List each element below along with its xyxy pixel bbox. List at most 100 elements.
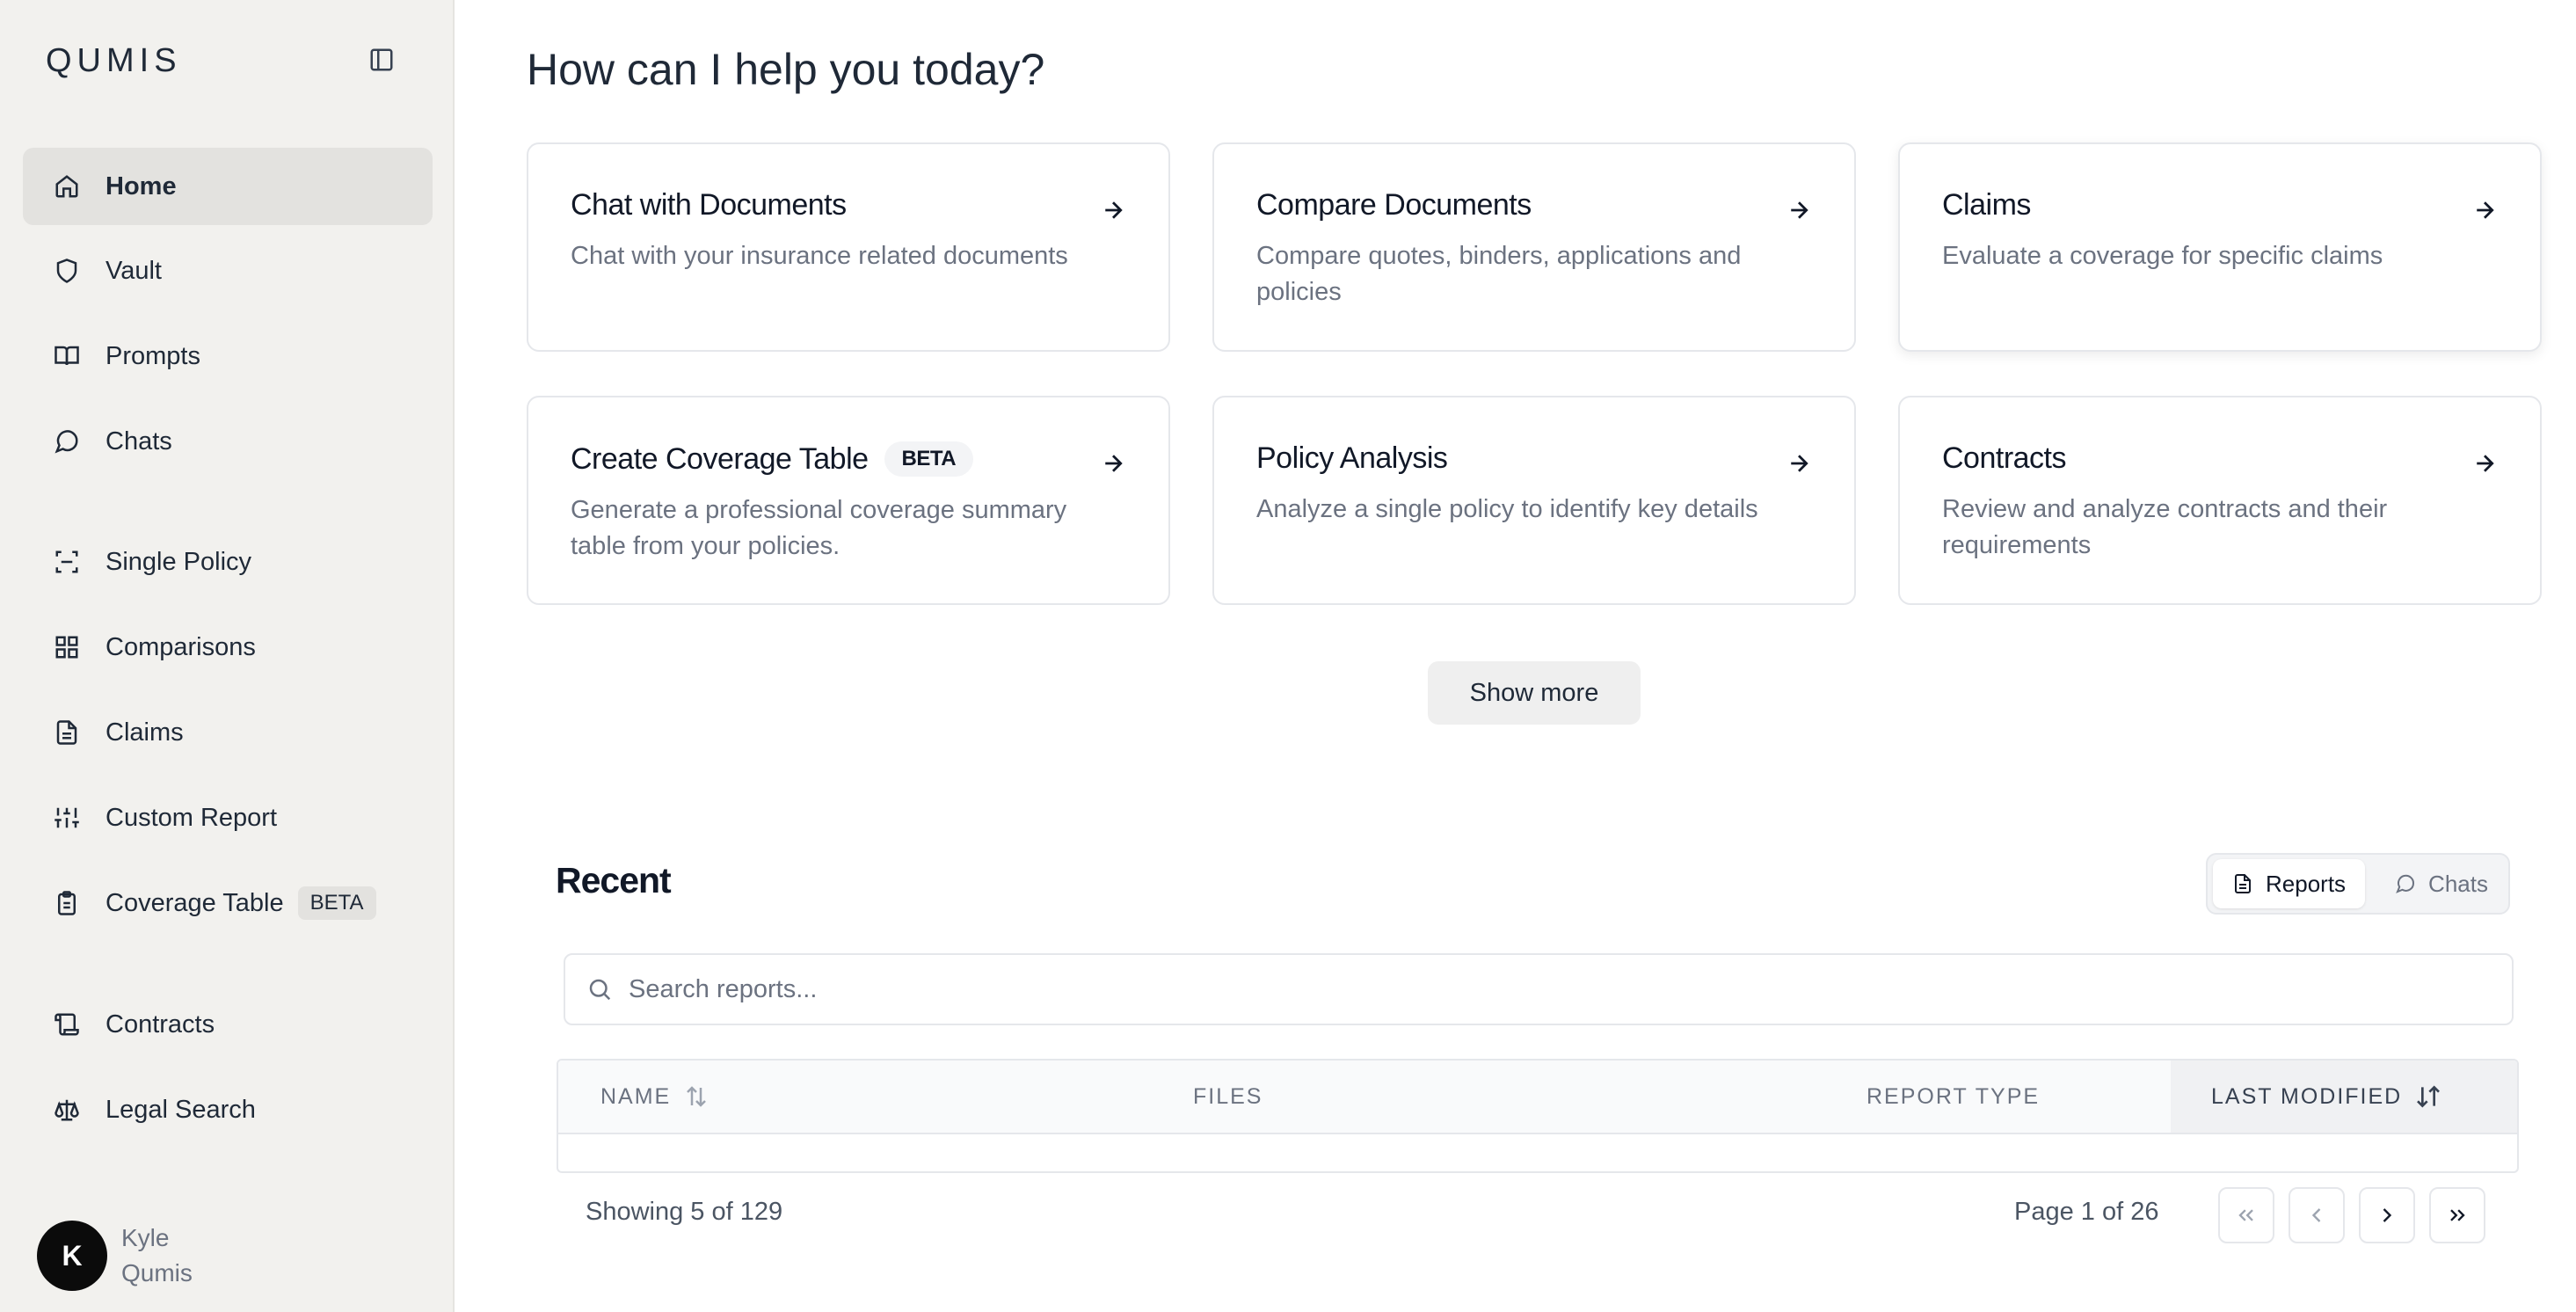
beta-badge: BETA bbox=[884, 441, 974, 477]
card-description: Chat with your insurance related documen… bbox=[571, 242, 1068, 270]
user-first-name: Kyle bbox=[121, 1224, 170, 1251]
sidebar-item-comparisons[interactable]: Comparisons bbox=[23, 609, 433, 686]
card-title: Policy Analysis bbox=[1256, 441, 1448, 475]
column-header-files: Files bbox=[1193, 1083, 1263, 1109]
main-content: How can I help you today? Chat with Docu… bbox=[456, 0, 2576, 1312]
card-description: Generate a professional coverage summary… bbox=[571, 496, 1067, 560]
logo: QUMIS bbox=[46, 42, 182, 79]
chevrons-left-icon bbox=[2238, 1209, 2253, 1221]
arrow-right-icon bbox=[1105, 455, 1123, 472]
scan-icon bbox=[51, 546, 83, 578]
card-description: Analyze a single policy to identify key … bbox=[1256, 495, 1758, 523]
sidebar: QUMIS Home Vault Prompts Chats Single Po… bbox=[0, 0, 455, 1312]
arrow-right-icon bbox=[2477, 201, 2494, 219]
tab-label: Chats bbox=[2428, 870, 2488, 897]
sidebar-item-label: Comparisons bbox=[106, 632, 256, 661]
sidebar-toggle-button[interactable] bbox=[364, 42, 399, 77]
card-description: Compare quotes, binders, applications an… bbox=[1256, 242, 1742, 306]
column-label: Last Modified bbox=[2211, 1083, 2403, 1109]
previous-page-button[interactable] bbox=[2289, 1187, 2345, 1243]
arrow-right-icon bbox=[2477, 455, 2494, 472]
chat-bubble-icon bbox=[51, 426, 83, 457]
home-icon bbox=[51, 171, 83, 202]
show-more-button[interactable]: Show more bbox=[1428, 661, 1641, 725]
sidebar-item-label: Custom Report bbox=[106, 803, 278, 832]
sort-descending-icon bbox=[2414, 1082, 2442, 1111]
avatar: K bbox=[37, 1221, 107, 1291]
scroll-icon bbox=[51, 1009, 83, 1040]
sidebar-item-label: Claims bbox=[106, 718, 184, 747]
card-policy-analysis[interactable]: Policy Analysis Analyze a single policy … bbox=[1212, 396, 1856, 605]
search-icon bbox=[589, 979, 611, 1001]
card-title-row: Create Coverage Table BETA bbox=[571, 441, 1126, 477]
document-icon bbox=[2232, 873, 2253, 894]
column-label: Name bbox=[600, 1083, 672, 1109]
tab-reports[interactable]: Reports bbox=[2213, 859, 2366, 908]
chevrons-right-icon bbox=[2450, 1209, 2465, 1221]
last-page-button[interactable] bbox=[2429, 1187, 2485, 1243]
next-page-button[interactable] bbox=[2359, 1187, 2415, 1243]
search-input[interactable] bbox=[629, 974, 2387, 1004]
card-chat-with-documents[interactable]: Chat with Documents Chat with your insur… bbox=[527, 142, 1170, 352]
book-icon bbox=[51, 340, 83, 372]
card-description: Review and analyze contracts and their r… bbox=[1942, 495, 2388, 559]
search-reports-field bbox=[564, 953, 2514, 1025]
card-compare-documents[interactable]: Compare Documents Compare quotes, binder… bbox=[1212, 142, 1856, 352]
first-page-button[interactable] bbox=[2218, 1187, 2274, 1243]
card-claims[interactable]: Claims Evaluate a coverage for specific … bbox=[1898, 142, 2542, 352]
chevron-right-icon bbox=[2383, 1208, 2392, 1222]
card-contracts[interactable]: Contracts Review and analyze contracts a… bbox=[1898, 396, 2542, 605]
card-title: Chat with Documents bbox=[571, 188, 847, 222]
sidebar-item-label: Prompts bbox=[106, 341, 200, 370]
sidebar-item-vault[interactable]: Vault bbox=[23, 232, 433, 310]
sidebar-item-contracts[interactable]: Contracts bbox=[23, 986, 433, 1063]
recent-tab-switcher: Reports Chats bbox=[2206, 853, 2510, 915]
page-title: How can I help you today? bbox=[527, 45, 1045, 94]
panel-left-icon bbox=[370, 48, 393, 71]
card-title: Claims bbox=[1942, 188, 2031, 222]
chat-bubble-icon bbox=[2395, 873, 2416, 894]
sidebar-item-prompts[interactable]: Prompts bbox=[23, 317, 433, 395]
sidebar-item-single-policy[interactable]: Single Policy bbox=[23, 523, 433, 601]
arrow-right-icon bbox=[1105, 201, 1123, 219]
sidebar-item-label: Chats bbox=[106, 426, 172, 456]
beta-badge: BETA bbox=[297, 886, 376, 920]
sidebar-item-coverage-table[interactable]: Coverage Table BETA bbox=[23, 864, 433, 942]
sort-arrows-icon bbox=[683, 1083, 709, 1110]
sidebar-item-label: Home bbox=[106, 171, 177, 200]
sidebar-item-claims[interactable]: Claims bbox=[23, 694, 433, 771]
chevron-left-icon bbox=[2311, 1208, 2321, 1222]
card-title: Contracts bbox=[1942, 441, 2067, 475]
column-header-name[interactable]: Name bbox=[600, 1061, 864, 1133]
tab-chats[interactable]: Chats bbox=[2376, 859, 2507, 908]
user-profile[interactable]: K Kyle Qumis bbox=[37, 1221, 193, 1291]
card-description: Evaluate a coverage for specific claims bbox=[1942, 242, 2383, 270]
card-title: Compare Documents bbox=[1256, 188, 1532, 222]
user-last-name: Qumis bbox=[121, 1259, 193, 1286]
tab-label: Reports bbox=[2266, 870, 2347, 897]
sidebar-item-label: Vault bbox=[106, 256, 162, 285]
scale-icon bbox=[51, 1094, 83, 1126]
table-header: Name Files Report Type Last Modified bbox=[558, 1061, 2517, 1134]
card-title: Create Coverage Table bbox=[571, 441, 869, 476]
sidebar-item-label: Single Policy bbox=[106, 547, 252, 576]
grid-icon bbox=[51, 631, 83, 663]
page-indicator: Page 1 of 26 bbox=[2014, 1198, 2159, 1226]
recent-title: Recent bbox=[556, 860, 672, 900]
arrow-right-icon bbox=[1791, 201, 1808, 219]
showing-count: Showing 5 of 129 bbox=[586, 1198, 783, 1226]
sidebar-item-label: Legal Search bbox=[106, 1095, 256, 1124]
reports-table: Name Files Report Type Last Modified bbox=[557, 1059, 2519, 1173]
sidebar-item-label: Contracts bbox=[106, 1010, 215, 1039]
column-header-report-type: Report Type bbox=[1867, 1083, 2041, 1109]
sidebar-item-legal-search[interactable]: Legal Search bbox=[23, 1071, 433, 1148]
sidebar-item-label: Coverage Table bbox=[106, 888, 284, 917]
column-header-last-modified[interactable]: Last Modified bbox=[2171, 1061, 2517, 1133]
clipboard-icon bbox=[51, 887, 83, 919]
sidebar-item-home[interactable]: Home bbox=[23, 148, 433, 225]
sidebar-item-custom-report[interactable]: Custom Report bbox=[23, 779, 433, 856]
sidebar-item-chats[interactable]: Chats bbox=[23, 403, 433, 480]
card-create-coverage-table[interactable]: Create Coverage Table BETA Generate a pr… bbox=[527, 396, 1170, 605]
user-name: Kyle Qumis bbox=[121, 1221, 193, 1291]
document-icon bbox=[51, 717, 83, 748]
